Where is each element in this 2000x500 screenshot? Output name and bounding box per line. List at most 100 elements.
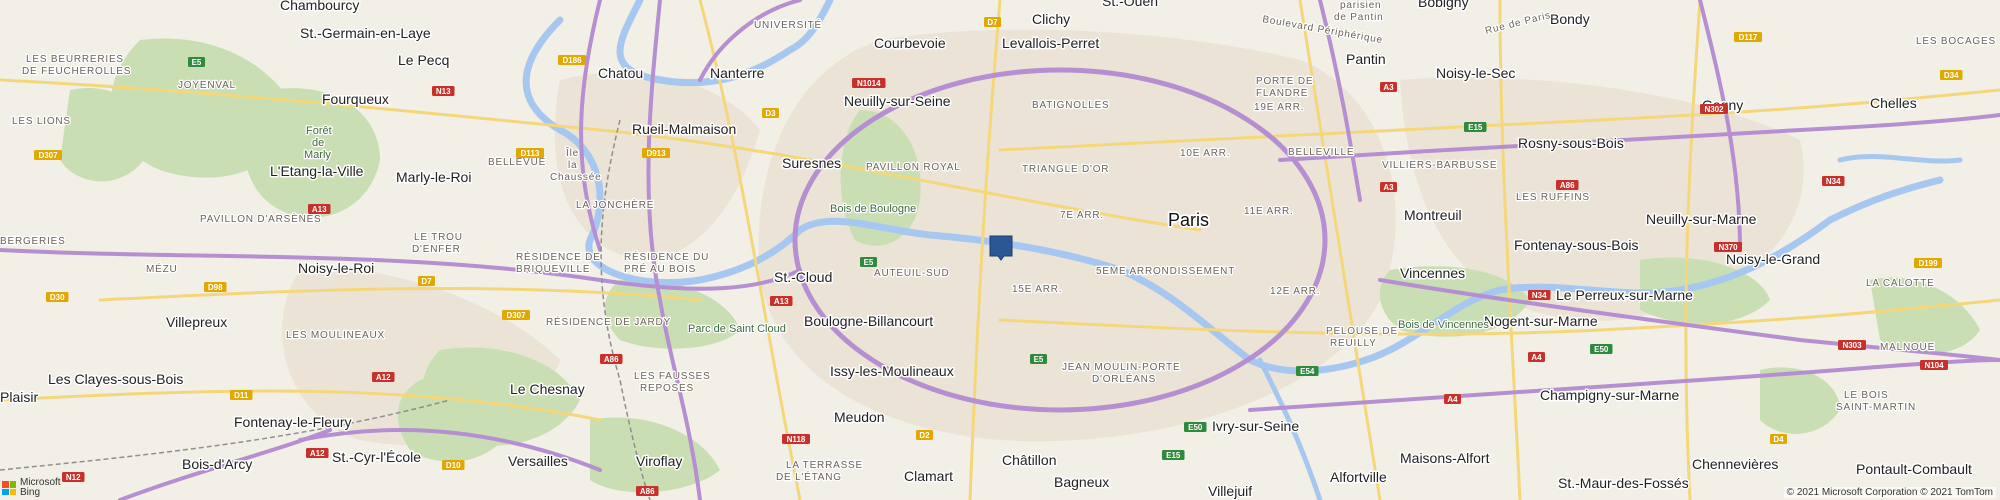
road-shield-label: D2 [919, 431, 930, 440]
road-shield-d113: D113 [516, 148, 544, 158]
road-shield-a86: A86 [600, 354, 623, 364]
road-shield-label: A4 [1447, 395, 1458, 404]
map-canvas[interactable]: Paris Chambourcy St.-Germain-en-Laye Le … [0, 0, 2000, 500]
city-label-bois-arcy: Bois-d'Arcy [182, 456, 252, 472]
district-label: D'ORLÉANS [1092, 372, 1156, 385]
road-shield-a86: A86 [636, 486, 659, 496]
city-label-letang: L'Etang-la-Ville [270, 163, 364, 179]
road-shield-label: A13 [774, 297, 789, 306]
road-shield-n118: N118 [782, 434, 810, 444]
road-shield-n302: N302 [1700, 104, 1728, 114]
district-label: 10E ARR. [1180, 148, 1230, 159]
road-shield-d7: D7 [984, 17, 1001, 27]
district-label: LES LIONS [12, 116, 71, 127]
district-label: UNIVERSITÉ [754, 18, 822, 31]
city-label-maisons-alfort: Maisons-Alfort [1400, 450, 1490, 466]
city-label-pantin: Pantin [1346, 51, 1386, 67]
road-shield-n370: N370 [1714, 242, 1742, 252]
park-label-bois-vincennes: Bois de Vincennes [1398, 319, 1489, 331]
city-label-bobigny: Bobigny [1418, 0, 1469, 10]
district-label: BRIQUEVILLE [516, 264, 590, 275]
city-label-courbevoie: Courbevoie [874, 35, 946, 51]
district-label: JEAN MOULIN-PORTE [1062, 362, 1180, 373]
road-shield-d3: D3 [762, 108, 779, 118]
city-label-perreux: Le Perreux-sur-Marne [1556, 287, 1693, 303]
district-label: RÉSIDENCE DU [624, 250, 709, 263]
road-shield-e54: E54 [1296, 366, 1319, 376]
city-label-paris: Paris [1168, 210, 1209, 230]
district-label: FLANDRE [1256, 88, 1308, 99]
location-marker[interactable] [989, 235, 1013, 261]
map-pin-icon[interactable] [989, 235, 1013, 261]
microsoft-logo-icon [2, 481, 16, 495]
district-label: SAINT-MARTIN [1836, 402, 1916, 413]
district-label: LES BEURRERIES [26, 54, 124, 65]
road-shield-label: D4 [1773, 435, 1784, 444]
road-shield-d307: D307 [502, 310, 530, 320]
district-label: LA TERRASSE [786, 460, 863, 471]
city-label-vincennes: Vincennes [1400, 265, 1465, 281]
road-shield-label: A12 [376, 373, 391, 382]
city-label-villepreux: Villepreux [166, 314, 227, 330]
city-label-fourqueux: Fourqueux [322, 91, 389, 107]
city-label-chelles: Chelles [1870, 95, 1917, 111]
road-shield-label: D10 [446, 461, 461, 470]
park-label-foret-2: de [312, 137, 324, 149]
road-shield-label: A3 [1383, 183, 1394, 192]
district-label: JOYENVAL [178, 80, 236, 91]
city-label-viroflay: Viroflay [636, 453, 682, 469]
road-shield-label: D307 [506, 311, 526, 320]
city-label-chatou: Chatou [598, 65, 643, 81]
road-shield-a3: A3 [1380, 82, 1397, 92]
park-label-foret-1: Forêt [306, 125, 332, 137]
district-label: BATIGNOLLES [1032, 100, 1110, 111]
district-label: LE TROU [414, 232, 463, 243]
district-label: Chaussée [550, 172, 601, 183]
road-shield-label: D34 [1944, 71, 1959, 80]
district-label: 11E ARR. [1244, 206, 1294, 217]
road-shield-a12: A12 [306, 448, 329, 458]
district-label: PAVILLON D'ARSÈNES [200, 212, 322, 225]
district-label: PORTE DE [1256, 76, 1313, 87]
road-shield-d10: D10 [442, 460, 465, 470]
district-label: LES RUFFINS [1516, 192, 1590, 203]
road-shield-label: N302 [1704, 105, 1724, 114]
bing-branding[interactable]: Microsoft Bing [2, 478, 61, 498]
district-label: LE BOIS [1844, 390, 1889, 401]
road-shield-label: E54 [1300, 367, 1315, 376]
city-label-chambourcy: Chambourcy [280, 0, 359, 13]
road-shield-label: D913 [646, 149, 666, 158]
city-label-versailles: Versailles [508, 453, 568, 469]
road-shield-label: N104 [1924, 361, 1944, 370]
city-label-st-maur: St.-Maur-des-Fossés [1558, 475, 1689, 491]
road-shield-n13: N13 [432, 86, 455, 96]
road-shield-e5: E5 [188, 57, 205, 67]
city-label-fontenay-fleury: Fontenay-le-Fleury [234, 414, 352, 430]
district-label: 7E ARR. [1060, 210, 1104, 221]
city-label-marly: Marly-le-Roi [396, 169, 471, 185]
road-shield-label: D117 [1739, 33, 1758, 42]
city-label-st-germain: St.-Germain-en-Laye [300, 25, 431, 41]
district-label: D'ENFER [412, 244, 461, 255]
district-label: LA CALOTTE [1866, 278, 1935, 289]
district-label: Île [565, 146, 579, 159]
road-shield-label: E5 [192, 58, 202, 67]
road-shield-d199: D199 [1914, 258, 1942, 268]
city-label-issy: Issy-les-Moulineaux [830, 363, 954, 379]
road-shield-label: A86 [640, 487, 655, 496]
city-label-alfortville: Alfortville [1330, 469, 1387, 485]
road-shield-label: E15 [1166, 451, 1181, 460]
road-shield-d11: D11 [230, 390, 253, 400]
road-shield-d98: D98 [204, 282, 227, 292]
district-label: LES FAUSSES [634, 371, 711, 382]
district-label: REUILLY [1330, 338, 1377, 349]
city-label-levallois: Levallois-Perret [1002, 35, 1099, 51]
city-label-villejuif: Villejuif [1208, 483, 1252, 499]
road-shield-label: E50 [1188, 423, 1203, 432]
district-label: LES BOCAGES [1916, 36, 1996, 47]
city-label-bondy: Bondy [1550, 11, 1590, 27]
city-label-nanterre: Nanterre [710, 65, 765, 81]
city-label-montreuil: Montreuil [1404, 207, 1462, 223]
road-shield-n12: N12 [62, 472, 85, 482]
road-shield-label: D98 [208, 283, 223, 292]
